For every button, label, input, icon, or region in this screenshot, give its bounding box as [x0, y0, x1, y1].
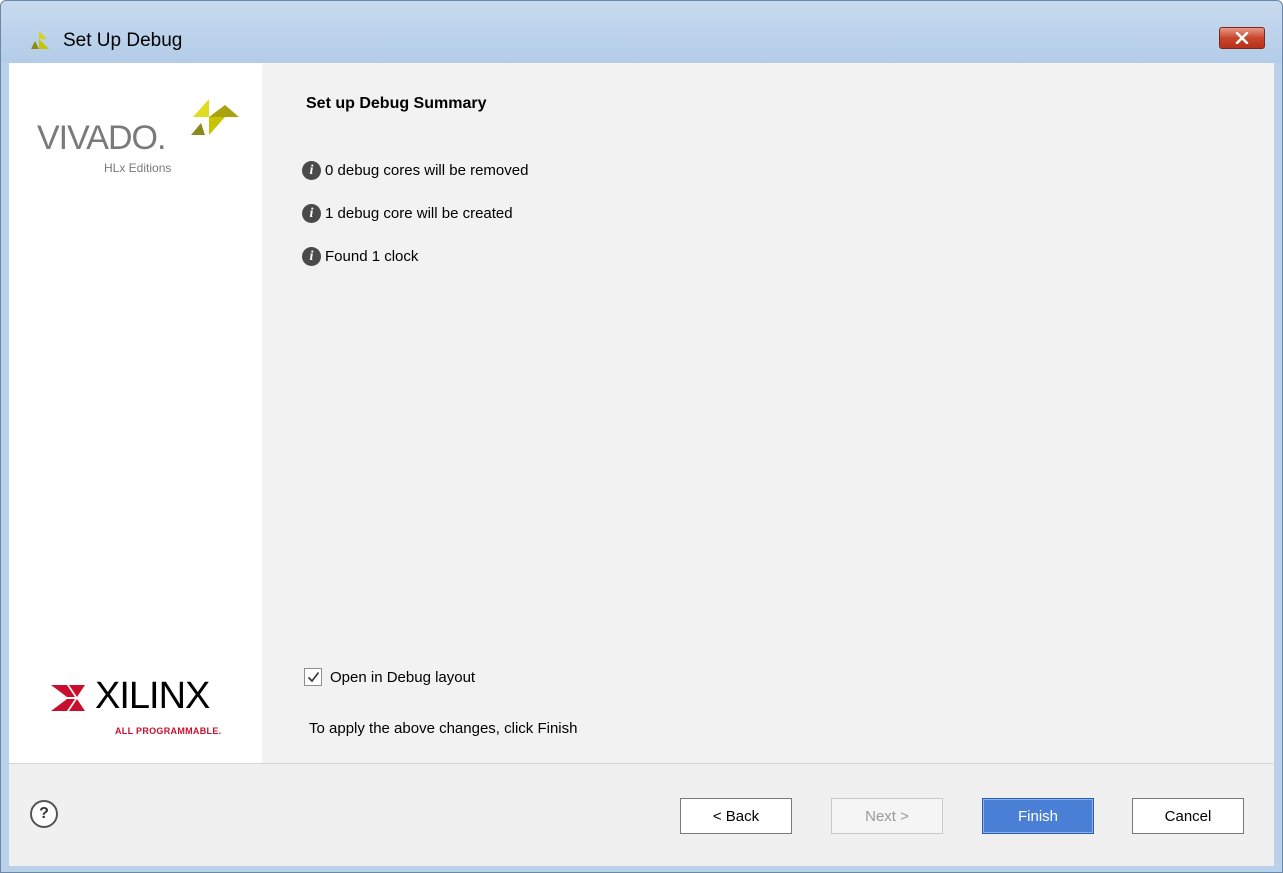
checkbox-label[interactable]: Open in Debug layout — [330, 669, 475, 686]
page-title: Set up Debug Summary — [306, 95, 487, 112]
cancel-button-label: Cancel — [1164, 807, 1212, 825]
xilinx-logo-mark — [51, 685, 85, 711]
next-button-label: Next > — [865, 807, 909, 825]
summary-panel: Set up Debug Summary i 0 debug cores wil… — [262, 63, 1274, 763]
vivado-logo-text: VIVADO. — [37, 119, 166, 157]
info-text: 1 debug core will be created — [325, 205, 513, 222]
window-title: Set Up Debug — [63, 30, 183, 51]
back-button-label: < Back — [712, 807, 760, 825]
info-text: 0 debug cores will be removed — [325, 162, 529, 179]
close-icon — [1235, 32, 1249, 44]
vivado-edition: HLx Editions — [104, 161, 172, 175]
help-icon: ? — [39, 805, 49, 822]
info-icon: i — [302, 204, 321, 223]
xilinx-logo-text: XILINX — [95, 675, 210, 717]
open-debug-layout-checkbox[interactable] — [304, 668, 322, 686]
title-bar[interactable]: Set Up Debug — [1, 1, 1282, 63]
checkmark-icon — [307, 672, 319, 683]
open-debug-layout-option[interactable]: Open in Debug layout — [304, 668, 475, 686]
dialog-client: VIVADO. HLx Editions XILINX ALL PROGRAMM… — [9, 63, 1274, 866]
next-button[interactable]: Next > — [831, 798, 943, 834]
back-button[interactable]: < Back — [680, 798, 792, 834]
close-button[interactable] — [1219, 27, 1265, 49]
info-item-clock: i Found 1 clock — [302, 247, 418, 266]
help-button[interactable]: ? — [30, 800, 58, 828]
vivado-app-icon — [31, 31, 49, 49]
info-item-created: i 1 debug core will be created — [302, 204, 513, 223]
cancel-button[interactable]: Cancel — [1132, 798, 1244, 834]
info-icon: i — [302, 247, 321, 266]
dialog-window: Set Up Debug VIVADO. HLx Editions XILINX… — [0, 0, 1283, 873]
dialog-footer: ? < Back Next > Finish Cancel — [9, 763, 1274, 866]
finish-button[interactable]: Finish — [982, 798, 1094, 834]
brand-sidebar: VIVADO. HLx Editions XILINX ALL PROGRAMM… — [9, 63, 262, 763]
xilinx-tagline: ALL PROGRAMMABLE. — [115, 726, 222, 736]
vivado-logo-mark — [191, 99, 239, 135]
finish-button-label: Finish — [1017, 807, 1058, 825]
info-icon: i — [302, 161, 321, 180]
info-text: Found 1 clock — [325, 248, 419, 265]
apply-instructions: To apply the above changes, click Finish — [309, 720, 578, 737]
info-item-removed: i 0 debug cores will be removed — [302, 161, 528, 180]
